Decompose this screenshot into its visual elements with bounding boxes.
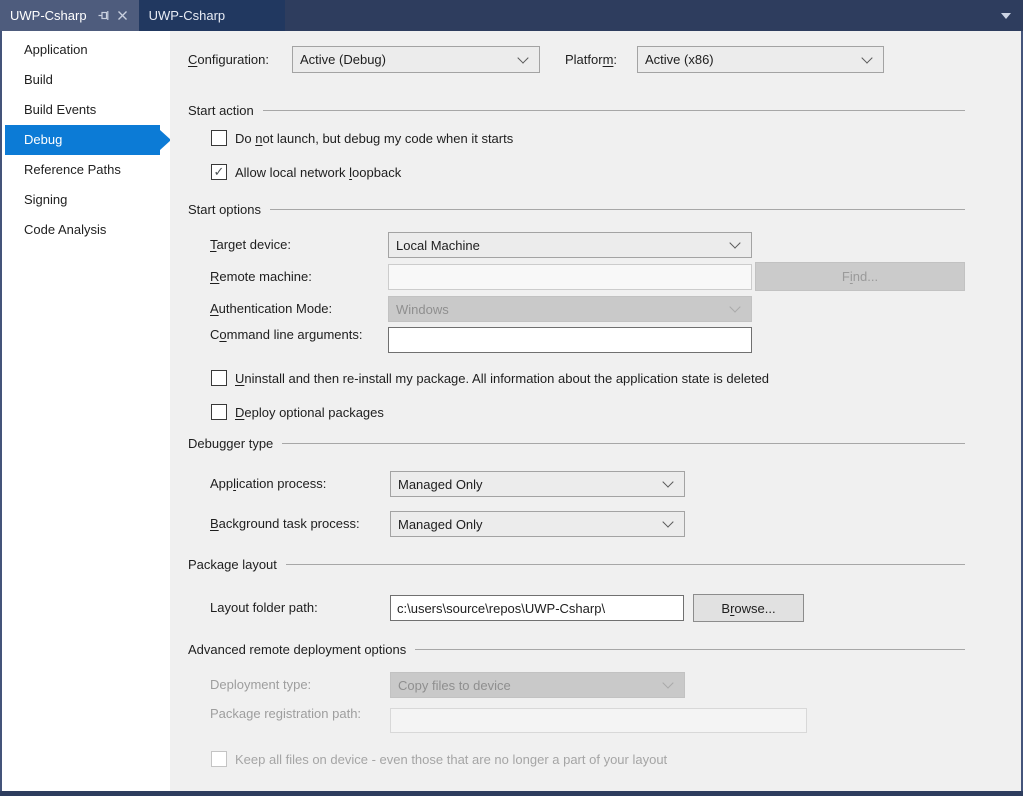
deploy-optional-row: ✓ Deploy optional packages (211, 403, 384, 421)
target-device-label: Target device: (210, 237, 291, 252)
configuration-label: Configuration: (188, 52, 269, 67)
remote-machine-label: Remote machine: (210, 269, 312, 284)
sidebar-item-code-analysis[interactable]: Code Analysis (5, 215, 170, 245)
debug-page-content: Configuration: Active (Debug) Platform: … (170, 31, 1021, 791)
sidebar-item-build-events[interactable]: Build Events (5, 95, 170, 125)
layout-folder-path-input[interactable] (390, 595, 684, 621)
chevron-down-icon (662, 476, 674, 488)
deployment-type-dropdown: Copy files to device (390, 672, 685, 698)
chevron-down-icon (861, 51, 873, 64)
authentication-mode-dropdown: Windows (388, 296, 752, 322)
pin-icon[interactable] (97, 8, 113, 24)
sidebar-item-build[interactable]: Build (5, 65, 170, 95)
keep-files-checkbox: ✓ (211, 751, 227, 767)
configuration-dropdown[interactable]: Active (Debug) (292, 46, 540, 73)
sidebar-item-application[interactable]: Application (5, 35, 170, 65)
command-line-arguments-label: Command line arguments: (210, 327, 363, 342)
deployment-type-label: Deployment type: (210, 677, 312, 692)
remote-machine-input (388, 264, 752, 290)
section-title: Start action (188, 103, 254, 118)
command-line-arguments-input[interactable] (388, 327, 752, 353)
package-registration-path-label: Package registration path: (210, 706, 362, 721)
uninstall-checkbox[interactable]: ✓ (211, 370, 227, 386)
uninstall-row: ✓ Uninstall and then re-install my packa… (211, 369, 769, 387)
section-divider (270, 209, 965, 210)
deploy-optional-checkbox[interactable]: ✓ (211, 404, 227, 420)
loopback-row: ✓ Allow local network loopback (211, 163, 401, 181)
target-device-dropdown[interactable]: Local Machine (388, 232, 752, 258)
tab-uwp-csharp-unfocused[interactable]: UWP-Csharp (138, 0, 285, 31)
section-divider (285, 564, 965, 565)
document-tab-bar: UWP-Csharp UWP-Csharp (0, 0, 1023, 31)
configuration-value: Active (Debug) (300, 52, 386, 67)
section-title: Start options (188, 202, 261, 217)
chevron-down-icon (662, 677, 674, 689)
start-options-section-header: Start options (188, 202, 965, 217)
window-bottom-border (0, 791, 1023, 796)
deploy-optional-label: Deploy optional packages (235, 404, 384, 420)
section-divider (282, 443, 965, 444)
section-title: Advanced remote deployment options (188, 642, 407, 657)
keep-files-label: Keep all files on device - even those th… (235, 751, 668, 767)
chevron-down-icon (729, 301, 741, 313)
background-task-process-label: Background task process: (210, 516, 360, 531)
loopback-checkbox[interactable]: ✓ (211, 164, 227, 180)
tab-uwp-csharp-focused[interactable]: UWP-Csharp (0, 0, 139, 31)
background-task-process-value: Managed Only (398, 516, 483, 532)
uninstall-label: Uninstall and then re-install my package… (235, 370, 770, 386)
authentication-mode-value: Windows (396, 301, 449, 317)
platform-dropdown[interactable]: Active (x86) (637, 46, 884, 73)
layout-folder-path-label: Layout folder path: (210, 600, 318, 615)
section-title: Package layout (188, 557, 277, 572)
debugger-type-section-header: Debugger type (188, 436, 965, 451)
keep-files-row: ✓ Keep all files on device - even those … (211, 750, 667, 768)
do-not-launch-row: ✓ Do not launch, but debug my code when … (211, 129, 513, 147)
loopback-label: Allow local network loopback (235, 164, 402, 180)
tab-label: UWP-Csharp (148, 8, 226, 23)
application-process-dropdown[interactable]: Managed Only (390, 471, 685, 497)
tab-label: UWP-Csharp (10, 8, 87, 23)
platform-label: Platform: (565, 52, 618, 67)
find-button: Find... (755, 262, 965, 291)
background-task-process-dropdown[interactable]: Managed Only (390, 511, 685, 537)
section-divider (415, 649, 965, 650)
chevron-down-icon (517, 51, 529, 64)
authentication-mode-label: Authentication Mode: (210, 301, 333, 316)
chevron-down-icon (662, 516, 674, 528)
application-process-value: Managed Only (398, 476, 483, 492)
close-icon[interactable] (115, 8, 131, 24)
sidebar-item-reference-paths[interactable]: Reference Paths (5, 155, 170, 185)
browse-button[interactable]: Browse... (693, 594, 804, 622)
sidebar-item-signing[interactable]: Signing (5, 185, 170, 215)
section-divider (262, 110, 965, 111)
chevron-down-icon (729, 237, 741, 249)
package-layout-section-header: Package layout (188, 557, 965, 572)
platform-value: Active (x86) (645, 52, 714, 67)
project-properties-window: UWP-Csharp UWP-Csharp Application Build … (0, 0, 1023, 796)
property-pages-sidebar: Application Build Build Events Debug Ref… (2, 31, 171, 791)
do-not-launch-label: Do not launch, but debug my code when it… (235, 130, 514, 146)
application-process-label: Application process: (210, 476, 327, 491)
deployment-type-value: Copy files to device (398, 677, 511, 693)
section-title: Debugger type (188, 436, 274, 451)
check-icon: ✓ (213, 164, 225, 179)
advanced-options-section-header: Advanced remote deployment options (188, 642, 965, 657)
target-device-value: Local Machine (396, 237, 480, 253)
do-not-launch-checkbox[interactable]: ✓ (211, 130, 227, 146)
package-registration-path-input (390, 708, 807, 733)
tab-list-chevron-down-icon[interactable] (1001, 13, 1011, 19)
start-action-section-header: Start action (188, 103, 965, 118)
sidebar-item-debug[interactable]: Debug (5, 125, 171, 155)
